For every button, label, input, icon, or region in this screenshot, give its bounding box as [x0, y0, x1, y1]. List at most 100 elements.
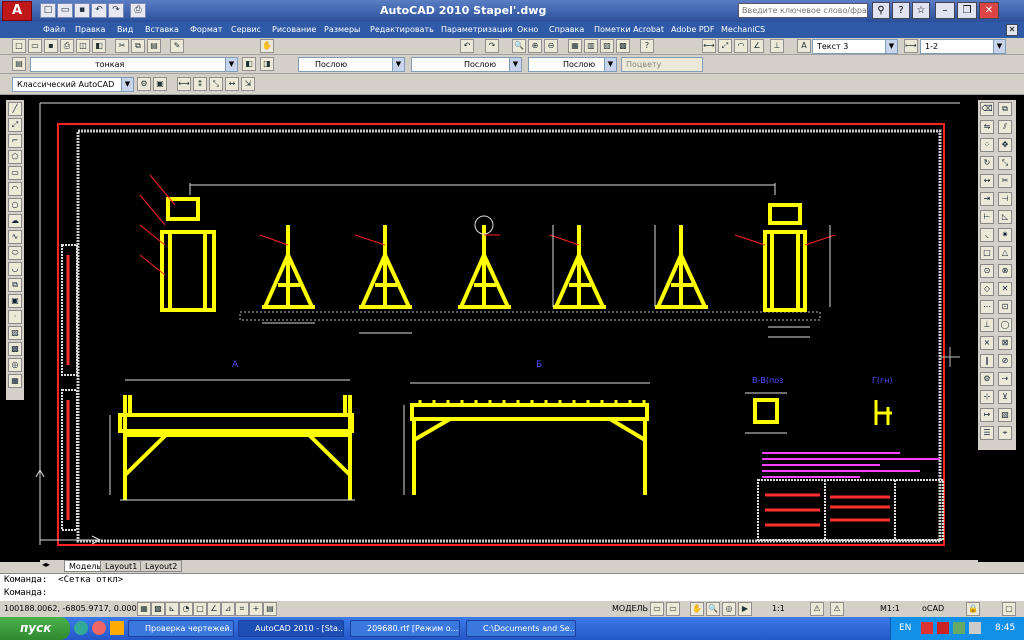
polygon-icon[interactable]: ⬠: [8, 150, 22, 164]
layer-select[interactable]: тонкая ▼: [30, 57, 238, 72]
snap-perpendicular-icon[interactable]: ⊥: [980, 318, 994, 332]
snap-center-icon[interactable]: ⊙: [980, 264, 994, 278]
menu-view[interactable]: Вид: [117, 25, 133, 34]
osnap-toggle-icon[interactable]: □: [193, 602, 207, 616]
dim-radius-icon[interactable]: ◠: [734, 39, 748, 53]
steering-wheel-icon[interactable]: ◎: [722, 602, 736, 616]
lwt-toggle-icon[interactable]: +: [249, 602, 263, 616]
workspace-save-icon[interactable]: ▣: [153, 77, 167, 91]
menu-window[interactable]: Окно: [517, 25, 538, 34]
workspace-status[interactable]: оCAD: [922, 604, 944, 613]
menu-file[interactable]: Файл: [43, 25, 65, 34]
folder-launch-icon[interactable]: [110, 621, 124, 635]
scale-icon[interactable]: ⤡: [998, 156, 1012, 170]
snap-insert-icon[interactable]: ⊡: [998, 300, 1012, 314]
region-icon[interactable]: ◎: [8, 358, 22, 372]
menu-draw[interactable]: Рисование: [272, 25, 316, 34]
dim-linear-icon[interactable]: ⟷: [702, 39, 716, 53]
construction-line-icon[interactable]: ⤢: [8, 118, 22, 132]
restore-button[interactable]: ❐: [957, 2, 977, 19]
insert-block-icon[interactable]: ⧉: [8, 278, 22, 292]
line-tool-icon[interactable]: ╱: [8, 102, 22, 116]
design-center-icon[interactable]: ▥: [584, 39, 598, 53]
point-icon[interactable]: ·: [8, 310, 22, 324]
minimize-button[interactable]: –: [935, 2, 955, 19]
chamfer-icon[interactable]: ◺: [998, 210, 1012, 224]
menu-parametric[interactable]: Параметризация: [441, 25, 512, 34]
layer-previous-icon[interactable]: ◨: [260, 57, 274, 71]
paste-icon[interactable]: ▤: [147, 39, 161, 53]
quick-view-drawings-icon[interactable]: ▭: [666, 602, 680, 616]
make-block-icon[interactable]: ▣: [8, 294, 22, 308]
match-prop-icon[interactable]: ✎: [170, 39, 184, 53]
command-window[interactable]: Команда: <Сетка откл> Команда:: [0, 573, 1024, 600]
menu-acrobat[interactable]: Пометки Acrobat: [594, 25, 664, 34]
workspace-settings-icon[interactable]: ⚙: [137, 77, 151, 91]
calculator-icon[interactable]: ▩: [616, 39, 630, 53]
stretch-icon[interactable]: ↔: [980, 174, 994, 188]
offset-icon[interactable]: ⫽: [998, 120, 1012, 134]
dim-tool2-icon[interactable]: ↕: [193, 77, 207, 91]
print-icon[interactable]: ⎙: [130, 3, 146, 18]
star-icon[interactable]: ☆: [912, 2, 930, 19]
snap-tangent-icon[interactable]: ◯: [998, 318, 1012, 332]
dim-style-icon[interactable]: ⟼: [904, 39, 918, 53]
snap-node-icon[interactable]: ⊗: [998, 264, 1012, 278]
move-icon[interactable]: ✥: [998, 138, 1012, 152]
opera-launch-icon[interactable]: [92, 621, 106, 635]
speaker-icon[interactable]: [969, 622, 981, 634]
hatch-icon[interactable]: ▨: [8, 326, 22, 340]
tool-palettes-icon[interactable]: ▨: [600, 39, 614, 53]
menu-help[interactable]: Справка: [549, 25, 584, 34]
help-icon[interactable]: ?: [892, 2, 910, 19]
start-button[interactable]: пуск: [0, 617, 70, 640]
snap-endpoint-icon[interactable]: □: [980, 246, 994, 260]
annotation-scale[interactable]: 1:1: [772, 604, 785, 613]
dyn-toggle-icon[interactable]: ⌗: [235, 602, 249, 616]
otrack-toggle-icon[interactable]: ∠: [207, 602, 221, 616]
auto-scale-icon[interactable]: ⚠: [830, 602, 844, 616]
polyline-icon[interactable]: ⌐: [8, 134, 22, 148]
snap-intersection-icon[interactable]: ✕: [998, 282, 1012, 296]
language-indicator[interactable]: EN: [899, 623, 911, 633]
zoom-realtime-icon[interactable]: 🔍: [512, 39, 526, 53]
extend-icon[interactable]: ⇥: [980, 192, 994, 206]
properties-icon[interactable]: ▦: [568, 39, 582, 53]
save-icon[interactable]: ▪: [74, 3, 90, 18]
trim-icon[interactable]: ✂: [998, 174, 1012, 188]
new-icon[interactable]: □: [12, 39, 26, 53]
dim-tool4-icon[interactable]: ↔: [225, 77, 239, 91]
snap-extension-icon[interactable]: ⋯: [980, 300, 994, 314]
dim-style-select[interactable]: 1-2 ▼: [920, 39, 1006, 54]
spline-icon[interactable]: ∿: [8, 230, 22, 244]
array-icon[interactable]: ⁘: [980, 138, 994, 152]
erase-icon[interactable]: ⌫: [980, 102, 994, 116]
zoom-status-icon[interactable]: 🔍: [706, 602, 720, 616]
dim-aligned-icon[interactable]: ⤢: [718, 39, 732, 53]
id-icon[interactable]: ⌖: [998, 426, 1012, 440]
close-button[interactable]: ✕: [979, 2, 999, 19]
break-icon[interactable]: ⊣: [998, 192, 1012, 206]
snap-apparent-icon[interactable]: ⊠: [998, 336, 1012, 350]
menu-modify[interactable]: Редактировать: [370, 25, 434, 34]
circle-icon[interactable]: ○: [8, 198, 22, 212]
menu-edit[interactable]: Правка: [75, 25, 105, 34]
model-space-label[interactable]: МОДЕЛЬ: [612, 604, 648, 613]
text-style-select[interactable]: Текст 3 ▼: [812, 39, 898, 54]
copy-icon[interactable]: ⧉: [131, 39, 145, 53]
ellipse-icon[interactable]: ⬭: [8, 246, 22, 260]
dim-tool-icon[interactable]: ⟷: [177, 77, 191, 91]
area-icon[interactable]: ▧: [998, 408, 1012, 422]
undo-icon[interactable]: ↶: [91, 3, 107, 18]
text-style-icon[interactable]: A: [797, 39, 811, 53]
task-autocad[interactable]: AutoCAD 2010 - [Sta...: [238, 620, 344, 637]
tray-icon-1[interactable]: [921, 622, 933, 634]
menu-insert[interactable]: Вставка: [145, 25, 179, 34]
grid-toggle-icon[interactable]: ▩: [151, 602, 165, 616]
snap-temp-icon[interactable]: ⊹: [980, 390, 994, 404]
tab-layout1[interactable]: Layout1: [100, 560, 143, 572]
redo-icon-2[interactable]: ↷: [485, 39, 499, 53]
qp-toggle-icon[interactable]: ▤: [263, 602, 277, 616]
copy-object-icon[interactable]: ⧉: [998, 102, 1012, 116]
zoom-window-icon[interactable]: ⊕: [528, 39, 542, 53]
